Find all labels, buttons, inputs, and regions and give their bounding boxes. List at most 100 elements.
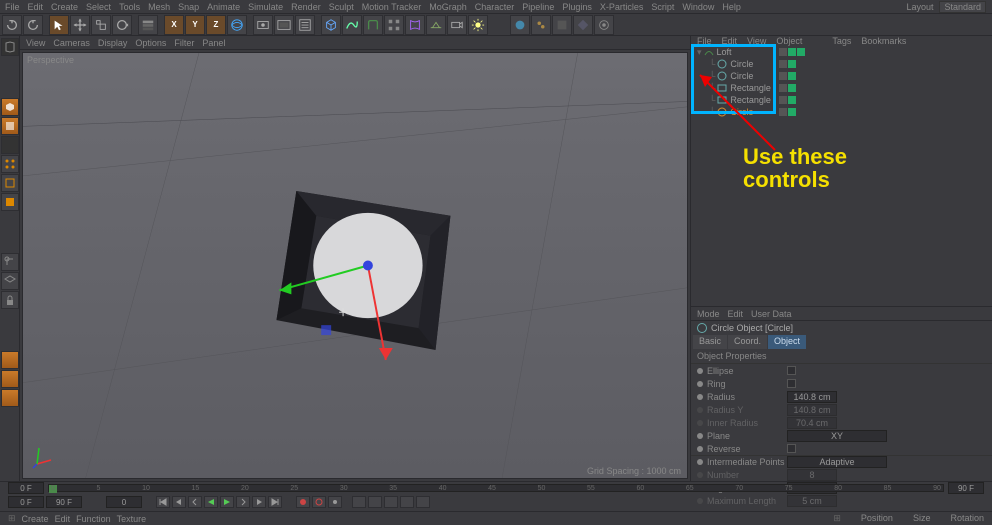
- attr-menu-userdata[interactable]: User Data: [751, 309, 792, 319]
- menu-file[interactable]: File: [5, 2, 20, 12]
- xp-tool-3[interactable]: [1, 389, 19, 407]
- xp-button-5[interactable]: [594, 15, 614, 35]
- om-menu-edit[interactable]: Edit: [722, 36, 738, 46]
- environment-button[interactable]: [426, 15, 446, 35]
- play-back-button[interactable]: [204, 496, 218, 508]
- view-menu-panel[interactable]: Panel: [202, 38, 225, 48]
- xp-button-2[interactable]: [531, 15, 551, 35]
- timeline-start-field[interactable]: 0 F: [8, 482, 44, 494]
- make-editable-button[interactable]: [1, 38, 19, 56]
- attr-tab-basic[interactable]: Basic: [693, 335, 727, 349]
- status-texture[interactable]: Texture: [117, 514, 147, 524]
- timeline-end-field-2[interactable]: 90 F: [46, 496, 82, 508]
- texture-mode-button[interactable]: [1, 117, 19, 135]
- key-scale-button[interactable]: [368, 496, 382, 508]
- plane-combo[interactable]: XY: [787, 430, 887, 442]
- object-row-rectangle[interactable]: └ Rectangle: [691, 94, 992, 106]
- model-mode-button[interactable]: [1, 98, 19, 116]
- attr-tab-coord[interactable]: Coord.: [728, 335, 767, 349]
- menu-script[interactable]: Script: [651, 2, 674, 12]
- object-row-circle[interactable]: └ Circle: [691, 58, 992, 70]
- view-menu-filter[interactable]: Filter: [174, 38, 194, 48]
- workplane-button[interactable]: [1, 136, 19, 154]
- loft-object[interactable]: [276, 191, 450, 350]
- timeline-track[interactable]: 051015202530354045505560657075808590: [48, 484, 944, 492]
- camera-button[interactable]: [447, 15, 467, 35]
- menu-animate[interactable]: Animate: [207, 2, 240, 12]
- workplane-snap-button[interactable]: [1, 272, 19, 290]
- view-menu-display[interactable]: Display: [98, 38, 128, 48]
- menu-plugins[interactable]: Plugins: [562, 2, 592, 12]
- menu-edit[interactable]: Edit: [28, 2, 44, 12]
- nurbs-button[interactable]: [363, 15, 383, 35]
- y-axis-lock[interactable]: Y: [185, 15, 205, 35]
- timeline-current-field[interactable]: 0: [106, 496, 142, 508]
- xp-button-1[interactable]: [510, 15, 530, 35]
- autokey-button[interactable]: [312, 496, 326, 508]
- menu-window[interactable]: Window: [682, 2, 714, 12]
- om-menu-file[interactable]: File: [697, 36, 712, 46]
- move-tool[interactable]: [70, 15, 90, 35]
- deformer-button[interactable]: [405, 15, 425, 35]
- timeline-end-field[interactable]: 90 F: [948, 482, 984, 494]
- xp-button-3[interactable]: [552, 15, 572, 35]
- lock-snap-button[interactable]: [1, 291, 19, 309]
- z-axis-lock[interactable]: Z: [206, 15, 226, 35]
- key-pla-button[interactable]: [416, 496, 430, 508]
- status-function[interactable]: Function: [76, 514, 111, 524]
- scale-tool[interactable]: [91, 15, 111, 35]
- spline-primitive-button[interactable]: [342, 15, 362, 35]
- x-axis-lock[interactable]: X: [164, 15, 184, 35]
- object-row-circle-selected[interactable]: └ Circle: [691, 106, 992, 118]
- view-menu-view[interactable]: View: [26, 38, 45, 48]
- ring-checkbox[interactable]: [787, 379, 796, 388]
- key-pos-button[interactable]: [352, 496, 366, 508]
- xp-tool-2[interactable]: [1, 370, 19, 388]
- menu-render[interactable]: Render: [291, 2, 321, 12]
- record-button[interactable]: [296, 496, 310, 508]
- intermediate-combo[interactable]: Adaptive: [787, 456, 887, 468]
- view-menu-options[interactable]: Options: [135, 38, 166, 48]
- redo-button[interactable]: [23, 15, 43, 35]
- reverse-checkbox[interactable]: [787, 444, 796, 453]
- perspective-viewport[interactable]: Perspective: [22, 52, 688, 479]
- object-manager-tree[interactable]: ▾ Loft └ Circle └ Circle └ Rectangle: [691, 46, 992, 306]
- timeline-start-field-2[interactable]: 0 F: [8, 496, 44, 508]
- attr-menu-edit[interactable]: Edit: [728, 309, 744, 319]
- menu-simulate[interactable]: Simulate: [248, 2, 283, 12]
- next-key-button[interactable]: [252, 496, 266, 508]
- menu-mesh[interactable]: Mesh: [148, 2, 170, 12]
- menu-motion-tracker[interactable]: Motion Tracker: [362, 2, 422, 12]
- edge-mode-button[interactable]: [1, 174, 19, 192]
- next-frame-button[interactable]: [236, 496, 250, 508]
- key-rot-button[interactable]: [384, 496, 398, 508]
- attr-menu-mode[interactable]: Mode: [697, 309, 720, 319]
- layout-value[interactable]: Standard: [939, 1, 986, 13]
- prev-frame-button[interactable]: [188, 496, 202, 508]
- light-button[interactable]: [468, 15, 488, 35]
- radius-field[interactable]: 140.8 cm: [787, 391, 837, 403]
- keyframe-sel-button[interactable]: [328, 496, 342, 508]
- xp-button-4[interactable]: [573, 15, 593, 35]
- history-button[interactable]: [138, 15, 158, 35]
- menu-pipeline[interactable]: Pipeline: [522, 2, 554, 12]
- prev-key-button[interactable]: [172, 496, 186, 508]
- status-edit[interactable]: Edit: [55, 514, 71, 524]
- menu-create[interactable]: Create: [51, 2, 78, 12]
- point-mode-button[interactable]: [1, 155, 19, 173]
- array-button[interactable]: [384, 15, 404, 35]
- snap-toggle-button[interactable]: [1, 253, 19, 271]
- play-button[interactable]: [220, 496, 234, 508]
- render-settings-button[interactable]: [295, 15, 315, 35]
- menu-character[interactable]: Character: [475, 2, 515, 12]
- select-tool[interactable]: [49, 15, 69, 35]
- status-create[interactable]: Create: [22, 514, 49, 524]
- menu-snap[interactable]: Snap: [178, 2, 199, 12]
- menu-help[interactable]: Help: [722, 2, 741, 12]
- menu-tools[interactable]: Tools: [119, 2, 140, 12]
- object-row-loft[interactable]: ▾ Loft: [691, 46, 992, 58]
- rotate-tool[interactable]: [112, 15, 132, 35]
- undo-button[interactable]: [2, 15, 22, 35]
- menu-xparticles[interactable]: X-Particles: [600, 2, 644, 12]
- om-menu-tags[interactable]: Tags: [832, 36, 851, 46]
